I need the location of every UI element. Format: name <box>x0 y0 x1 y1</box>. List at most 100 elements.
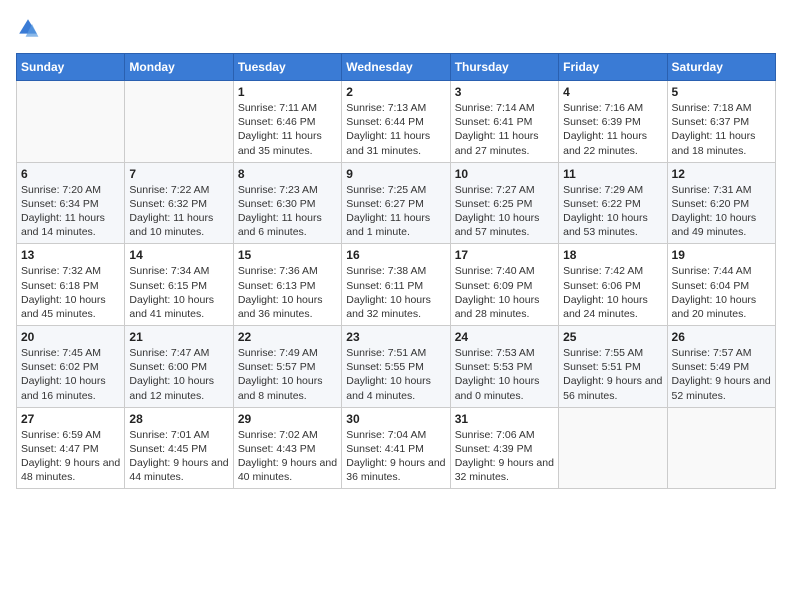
calendar-cell <box>125 81 233 163</box>
day-number: 15 <box>238 248 337 262</box>
day-number: 24 <box>455 330 554 344</box>
calendar-cell: 20 Sunrise: 7:45 AM Sunset: 6:02 PM Dayli… <box>17 326 125 408</box>
day-number: 29 <box>238 412 337 426</box>
day-number: 22 <box>238 330 337 344</box>
header-cell-sunday: Sunday <box>17 54 125 81</box>
calendar-cell: 5 Sunrise: 7:18 AM Sunset: 6:37 PM Daylig… <box>667 81 775 163</box>
day-number: 31 <box>455 412 554 426</box>
calendar-cell: 4Sunrise: 7:16 AM Sunset: 6:39 PM Daylig… <box>559 81 667 163</box>
calendar-cell: 23Sunrise: 7:51 AM Sunset: 5:55 PM Dayli… <box>342 326 450 408</box>
day-info: Sunrise: 7:53 AM Sunset: 5:53 PM Dayligh… <box>455 346 554 403</box>
day-info: Sunrise: 7:47 AM Sunset: 6:00 PM Dayligh… <box>129 346 228 403</box>
calendar-cell: 14 Sunrise: 7:34 AM Sunset: 6:15 PM Dayli… <box>125 244 233 326</box>
day-info: Sunrise: 7:34 AM Sunset: 6:15 PM Dayligh… <box>129 264 228 321</box>
day-info: Sunrise: 7:23 AM Sunset: 6:30 PM Dayligh… <box>238 183 337 240</box>
calendar-cell: 24 Sunrise: 7:53 AM Sunset: 5:53 PM Dayli… <box>450 326 558 408</box>
day-number: 26 <box>672 330 771 344</box>
calendar-cell: 26 Sunrise: 7:57 AM Sunset: 5:49 PM Dayli… <box>667 326 775 408</box>
day-number: 12 <box>672 167 771 181</box>
day-info: Sunrise: 7:04 AM Sunset: 4:41 PM Dayligh… <box>346 428 445 485</box>
day-number: 1 <box>238 85 337 99</box>
day-number: 7 <box>129 167 228 181</box>
day-number: 6 <box>21 167 120 181</box>
day-number: 2 <box>346 85 445 99</box>
day-number: 27 <box>21 412 120 426</box>
calendar-cell: 18Sunrise: 7:42 AM Sunset: 6:06 PM Dayli… <box>559 244 667 326</box>
day-info: Sunrise: 7:11 AM Sunset: 6:46 PM Dayligh… <box>238 101 337 158</box>
calendar-cell: 6 Sunrise: 7:20 AM Sunset: 6:34 PM Daylig… <box>17 162 125 244</box>
calendar-week-4: 20 Sunrise: 7:45 AM Sunset: 6:02 PM Dayli… <box>17 326 776 408</box>
page-header <box>16 16 776 45</box>
day-number: 28 <box>129 412 228 426</box>
calendar-cell: 12 Sunrise: 7:31 AM Sunset: 6:20 PM Dayli… <box>667 162 775 244</box>
day-number: 4 <box>563 85 662 99</box>
day-number: 21 <box>129 330 228 344</box>
calendar-cell: 29 Sunrise: 7:02 AM Sunset: 4:43 PM Dayli… <box>233 407 341 489</box>
day-info: Sunrise: 7:20 AM Sunset: 6:34 PM Dayligh… <box>21 183 120 240</box>
day-number: 30 <box>346 412 445 426</box>
calendar-week-5: 27 Sunrise: 6:59 AM Sunset: 4:47 PM Dayli… <box>17 407 776 489</box>
calendar-cell: 2 Sunrise: 7:13 AM Sunset: 6:44 PM Daylig… <box>342 81 450 163</box>
day-number: 17 <box>455 248 554 262</box>
day-info: Sunrise: 7:51 AM Sunset: 5:55 PM Dayligh… <box>346 346 445 403</box>
calendar-cell: 9 Sunrise: 7:25 AM Sunset: 6:27 PM Daylig… <box>342 162 450 244</box>
calendar-cell: 27 Sunrise: 6:59 AM Sunset: 4:47 PM Dayli… <box>17 407 125 489</box>
day-number: 8 <box>238 167 337 181</box>
day-info: Sunrise: 7:29 AM Sunset: 6:22 PM Dayligh… <box>563 183 662 240</box>
logo-icon <box>16 16 40 40</box>
day-info: Sunrise: 7:06 AM Sunset: 4:39 PM Dayligh… <box>455 428 554 485</box>
day-number: 5 <box>672 85 771 99</box>
day-number: 20 <box>21 330 120 344</box>
calendar-cell: 25 Sunrise: 7:55 AM Sunset: 5:51 PM Dayli… <box>559 326 667 408</box>
calendar-cell: 21 Sunrise: 7:47 AM Sunset: 6:00 PM Dayli… <box>125 326 233 408</box>
day-info: Sunrise: 7:42 AM Sunset: 6:06 PM Dayligh… <box>563 264 662 321</box>
calendar-cell: 30 Sunrise: 7:04 AM Sunset: 4:41 PM Dayli… <box>342 407 450 489</box>
calendar-cell <box>559 407 667 489</box>
logo <box>16 16 42 45</box>
calendar-cell: 11 Sunrise: 7:29 AM Sunset: 6:22 PM Dayli… <box>559 162 667 244</box>
day-info: Sunrise: 7:36 AM Sunset: 6:13 PM Dayligh… <box>238 264 337 321</box>
day-info: Sunrise: 7:44 AM Sunset: 6:04 PM Dayligh… <box>672 264 771 321</box>
calendar-cell: 13Sunrise: 7:32 AM Sunset: 6:18 PM Dayli… <box>17 244 125 326</box>
day-info: Sunrise: 7:38 AM Sunset: 6:11 PM Dayligh… <box>346 264 445 321</box>
calendar-week-1: 1 Sunrise: 7:11 AM Sunset: 6:46 PM Daylig… <box>17 81 776 163</box>
day-info: Sunrise: 7:01 AM Sunset: 4:45 PM Dayligh… <box>129 428 228 485</box>
day-number: 3 <box>455 85 554 99</box>
day-number: 16 <box>346 248 445 262</box>
day-info: Sunrise: 7:18 AM Sunset: 6:37 PM Dayligh… <box>672 101 771 158</box>
calendar-header: SundayMondayTuesdayWednesdayThursdayFrid… <box>17 54 776 81</box>
day-info: Sunrise: 7:45 AM Sunset: 6:02 PM Dayligh… <box>21 346 120 403</box>
calendar-cell: 7 Sunrise: 7:22 AM Sunset: 6:32 PM Daylig… <box>125 162 233 244</box>
calendar-week-3: 13Sunrise: 7:32 AM Sunset: 6:18 PM Dayli… <box>17 244 776 326</box>
calendar-cell: 8 Sunrise: 7:23 AM Sunset: 6:30 PM Daylig… <box>233 162 341 244</box>
header-cell-monday: Monday <box>125 54 233 81</box>
day-number: 14 <box>129 248 228 262</box>
calendar-table: SundayMondayTuesdayWednesdayThursdayFrid… <box>16 53 776 489</box>
header-cell-thursday: Thursday <box>450 54 558 81</box>
day-number: 13 <box>21 248 120 262</box>
day-info: Sunrise: 7:14 AM Sunset: 6:41 PM Dayligh… <box>455 101 554 158</box>
day-info: Sunrise: 7:31 AM Sunset: 6:20 PM Dayligh… <box>672 183 771 240</box>
calendar-cell: 15 Sunrise: 7:36 AM Sunset: 6:13 PM Dayli… <box>233 244 341 326</box>
day-info: Sunrise: 7:13 AM Sunset: 6:44 PM Dayligh… <box>346 101 445 158</box>
day-info: Sunrise: 7:57 AM Sunset: 5:49 PM Dayligh… <box>672 346 771 403</box>
calendar-cell: 19Sunrise: 7:44 AM Sunset: 6:04 PM Dayli… <box>667 244 775 326</box>
day-number: 25 <box>563 330 662 344</box>
day-info: Sunrise: 7:02 AM Sunset: 4:43 PM Dayligh… <box>238 428 337 485</box>
day-info: Sunrise: 7:22 AM Sunset: 6:32 PM Dayligh… <box>129 183 228 240</box>
calendar-cell: 31 Sunrise: 7:06 AM Sunset: 4:39 PM Dayli… <box>450 407 558 489</box>
day-info: Sunrise: 7:55 AM Sunset: 5:51 PM Dayligh… <box>563 346 662 403</box>
calendar-cell: 22Sunrise: 7:49 AM Sunset: 5:57 PM Dayli… <box>233 326 341 408</box>
calendar-cell: 10Sunrise: 7:27 AM Sunset: 6:25 PM Dayli… <box>450 162 558 244</box>
calendar-cell: 16 Sunrise: 7:38 AM Sunset: 6:11 PM Dayli… <box>342 244 450 326</box>
calendar-body: 1 Sunrise: 7:11 AM Sunset: 6:46 PM Daylig… <box>17 81 776 489</box>
calendar-cell: 28 Sunrise: 7:01 AM Sunset: 4:45 PM Dayli… <box>125 407 233 489</box>
header-row: SundayMondayTuesdayWednesdayThursdayFrid… <box>17 54 776 81</box>
day-info: Sunrise: 7:25 AM Sunset: 6:27 PM Dayligh… <box>346 183 445 240</box>
header-cell-saturday: Saturday <box>667 54 775 81</box>
day-number: 11 <box>563 167 662 181</box>
day-info: Sunrise: 6:59 AM Sunset: 4:47 PM Dayligh… <box>21 428 120 485</box>
calendar-cell <box>667 407 775 489</box>
day-number: 9 <box>346 167 445 181</box>
day-number: 10 <box>455 167 554 181</box>
